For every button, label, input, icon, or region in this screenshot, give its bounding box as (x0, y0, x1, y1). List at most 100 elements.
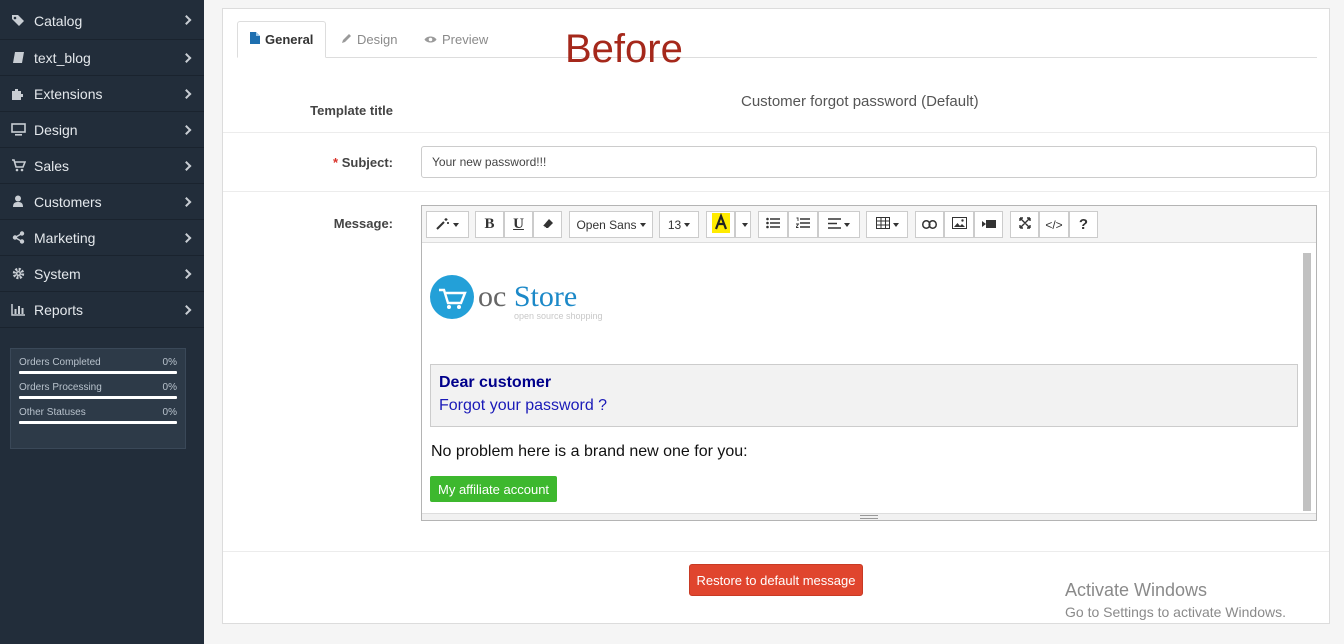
template-title-label: Template title (310, 103, 393, 118)
sidebar-item-catalog[interactable]: Catalog (0, 0, 204, 40)
editor-scrollbar[interactable] (1303, 253, 1311, 511)
sidebar-item-label: Marketing (34, 229, 96, 246)
editor-resize-handle[interactable] (422, 513, 1316, 520)
puzzle-icon (9, 87, 27, 101)
sidebar-item-label: Customers (34, 193, 102, 210)
sidebar-item-design[interactable]: Design (0, 112, 204, 148)
table-icon (875, 217, 890, 232)
grip-icon (860, 515, 878, 519)
windows-activation-watermark: Activate Windows Go to Settings to activ… (1065, 580, 1286, 620)
stat-other-statuses: Other Statuses 0% (19, 407, 177, 424)
greeting-title: Dear customer (439, 374, 552, 391)
clear-format-button[interactable] (533, 211, 562, 238)
email-body-text: No problem here is a brand new one for y… (431, 443, 748, 460)
tab-label: General (265, 32, 314, 47)
sidebar-item-label: Reports (34, 301, 84, 318)
ordered-list-button[interactable] (788, 211, 818, 238)
stat-value: 0% (162, 407, 177, 418)
stat-label: Orders Processing (19, 382, 102, 393)
logo-wordmark: oc Store (478, 282, 577, 312)
fullscreen-button[interactable] (1010, 211, 1039, 238)
magic-style-button[interactable] (426, 211, 469, 238)
subject-label-text: Subject: (341, 155, 393, 170)
progress-bar (19, 371, 177, 374)
editor-content[interactable]: oc Store open source shopping Dear custo… (422, 243, 1316, 513)
sidebar: Catalog text_blog Extensions Design Sale… (0, 0, 204, 644)
code-icon: </> (1045, 217, 1063, 232)
subject-input[interactable] (421, 146, 1317, 178)
eraser-icon (542, 217, 554, 232)
chevron-right-icon (181, 124, 192, 135)
stat-orders-processing: Orders Processing 0% (19, 382, 177, 399)
cart-logo-icon (430, 275, 474, 319)
tab-design[interactable]: Design (341, 21, 397, 58)
sidebar-item-label: text_blog (34, 49, 91, 66)
chevron-right-icon (181, 160, 192, 171)
help-button[interactable]: ? (1069, 211, 1098, 238)
highlight-a-icon (711, 212, 730, 236)
image-button[interactable] (944, 211, 974, 238)
watermark-title: Activate Windows (1065, 580, 1208, 600)
sidebar-item-customers[interactable]: Customers (0, 184, 204, 220)
gear-icon (9, 267, 27, 281)
chevron-right-icon (181, 14, 192, 25)
bold-button[interactable]: B (475, 211, 504, 238)
stat-label: Orders Completed (19, 357, 101, 368)
stat-value: 0% (162, 357, 177, 368)
order-stats-panel: Orders Completed 0% Orders Processing 0% O… (10, 348, 186, 449)
greeting-text: Forgot your password ? (439, 397, 608, 414)
tags-icon (9, 14, 27, 28)
chevron-right-icon (181, 304, 192, 315)
watermark-subtitle: Go to Settings to activate Windows. (1065, 604, 1286, 620)
required-mark: * (333, 155, 339, 170)
tab-general[interactable]: General (237, 21, 326, 58)
greeting-box: Dear customer Forgot your password ? (430, 364, 1298, 427)
file-icon (250, 32, 260, 47)
affiliate-account-button[interactable]: My affiliate account (430, 476, 558, 502)
template-title-value: Customer forgot password (Default) (741, 93, 979, 110)
restore-default-button[interactable]: Restore to default message (689, 564, 863, 596)
bar-chart-icon (9, 303, 27, 317)
stat-value: 0% (162, 382, 177, 393)
sidebar-item-label: Sales (34, 157, 70, 174)
message-editor: B U Open Sans 13 </> ? oc Store open sou… (421, 205, 1317, 521)
link-button[interactable] (915, 211, 944, 238)
editor-toolbar: B U Open Sans 13 </> ? (422, 206, 1316, 243)
paragraph-align-button[interactable] (818, 211, 860, 238)
sidebar-item-sales[interactable]: Sales (0, 148, 204, 184)
cart-icon (9, 159, 27, 173)
logo-tagline: open source shopping (514, 311, 603, 321)
unordered-list-button[interactable] (758, 211, 788, 238)
code-view-button[interactable]: </> (1039, 211, 1069, 238)
chevron-right-icon (181, 268, 192, 279)
expand-icon (1018, 217, 1031, 232)
progress-bar (19, 396, 177, 399)
sidebar-item-text-blog[interactable]: text_blog (0, 40, 204, 76)
share-icon (9, 231, 27, 245)
font-family-select[interactable]: Open Sans (569, 211, 653, 238)
underline-button[interactable]: U (504, 211, 533, 238)
ocstore-logo: oc Store open source shopping (430, 275, 603, 321)
eye-icon (424, 33, 437, 47)
logo-oc: oc (478, 280, 507, 313)
sidebar-item-reports[interactable]: Reports (0, 292, 204, 328)
font-family-value: Open Sans (576, 217, 637, 232)
font-size-select[interactable]: 13 (659, 211, 699, 238)
text-color-dropdown[interactable] (735, 211, 751, 238)
sidebar-item-label: Catalog (34, 12, 83, 29)
tab-preview[interactable]: Preview (424, 21, 488, 58)
video-button[interactable] (974, 211, 1003, 238)
sidebar-item-label: Design (34, 121, 78, 138)
table-button[interactable] (866, 211, 908, 238)
sidebar-item-system[interactable]: System (0, 256, 204, 292)
sidebar-item-marketing[interactable]: Marketing (0, 220, 204, 256)
before-annotation: Before (565, 27, 683, 71)
stat-orders-completed: Orders Completed 0% (19, 357, 177, 374)
chevron-right-icon (181, 88, 192, 99)
progress-bar (19, 421, 177, 424)
text-color-button[interactable] (706, 211, 735, 238)
help-icon: ? (1078, 216, 1089, 233)
list-ul-icon (766, 217, 780, 232)
sidebar-item-extensions[interactable]: Extensions (0, 76, 204, 112)
video-icon (981, 217, 996, 232)
